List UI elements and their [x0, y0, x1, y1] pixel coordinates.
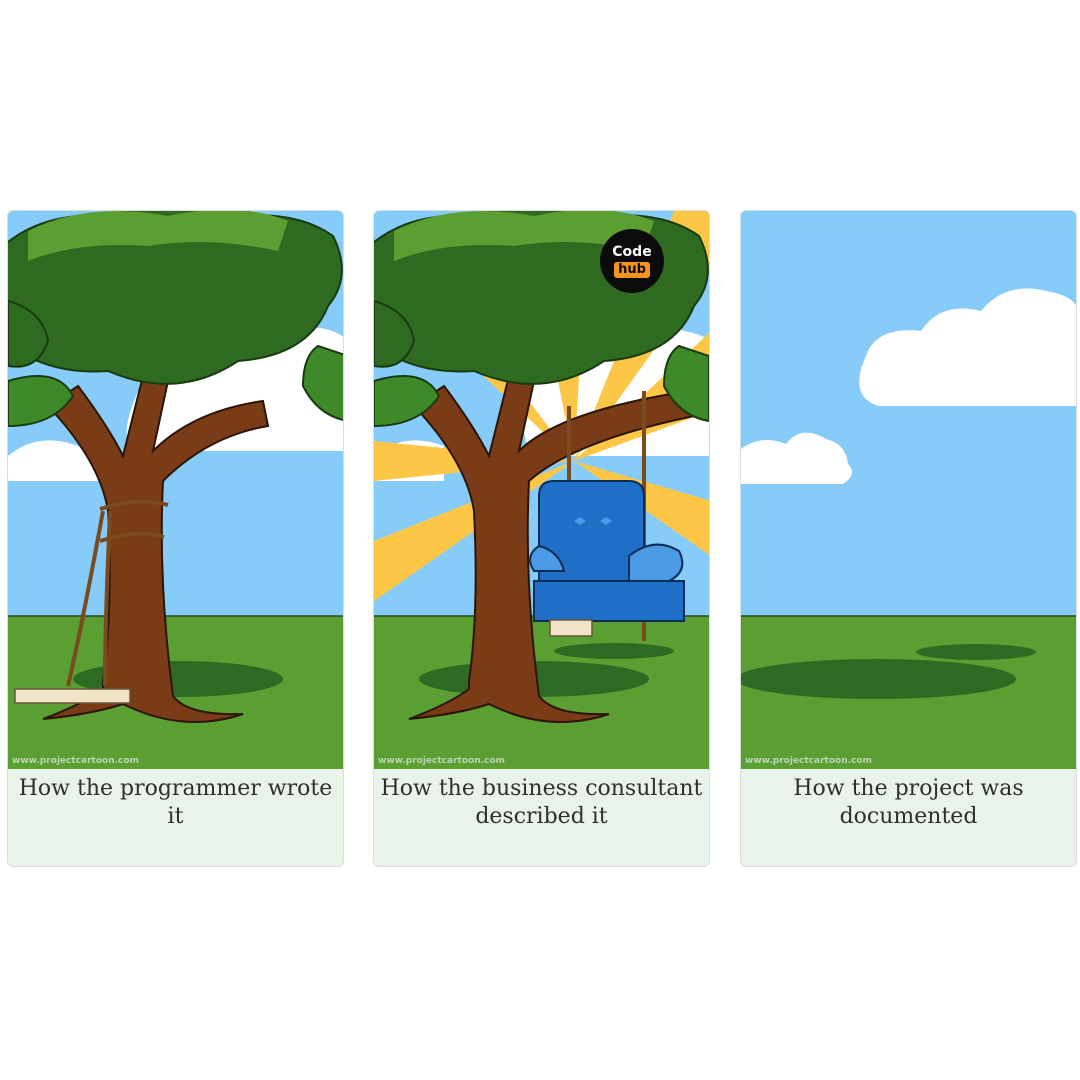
panel-business-consultant: Code hub www.projectcartoon.com How the … — [373, 210, 710, 867]
badge-text-hub: hub — [614, 262, 650, 278]
watermark: www.projectcartoon.com — [12, 756, 139, 766]
cartoon-business-consultant-scene — [374, 211, 709, 769]
panel-caption: How the business consultant described it — [380, 776, 703, 829]
watermark: www.projectcartoon.com — [745, 756, 872, 766]
watermark: www.projectcartoon.com — [378, 756, 505, 766]
panel-project-documented: www.projectcartoon.com How the project w… — [740, 210, 1077, 867]
cartoon-programmer-scene — [8, 211, 343, 769]
code-hub-logo-badge: Code hub — [600, 229, 664, 293]
panel-caption: How the project was documented — [793, 776, 1024, 829]
panel-caption: How the programmer wrote it — [18, 776, 333, 829]
cartoon-empty-field-scene — [741, 211, 1076, 769]
badge-text-code: Code — [612, 244, 652, 260]
panel-programmer: www.projectcartoon.com How the programme… — [7, 210, 344, 867]
